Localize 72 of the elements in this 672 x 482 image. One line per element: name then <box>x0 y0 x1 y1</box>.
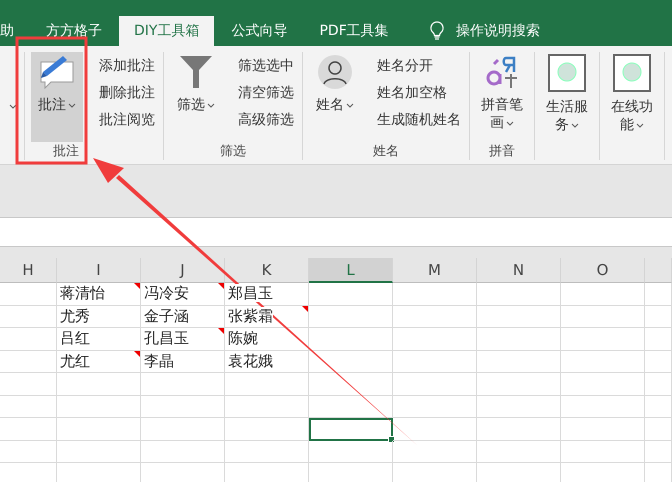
table-cell <box>645 328 672 350</box>
ribbon-large-button[interactable]: 姓名 <box>309 52 361 142</box>
fill-handle[interactable] <box>388 436 395 442</box>
ribbon-tab[interactable]: 公式向导 <box>216 16 302 46</box>
column-header[interactable]: J <box>141 258 225 283</box>
ribbon-menu-button[interactable]: 姓名分开 <box>375 52 463 79</box>
table-cell <box>645 418 672 440</box>
table-cell: 孔昌玉 <box>141 328 225 350</box>
column-header[interactable]: H <box>0 258 57 283</box>
funnel-icon <box>178 54 214 90</box>
ribbon-menu-button[interactable]: 清空筛选 <box>236 79 296 106</box>
column-header[interactable]: L <box>309 258 393 283</box>
group-label: 姓名 <box>373 143 399 160</box>
ribbon-menu-button[interactable]: 批注阅览 <box>97 106 157 133</box>
chevron-icon <box>9 104 17 108</box>
table-cell <box>645 283 672 306</box>
table-cell <box>0 440 57 463</box>
table-cell: 尤红 <box>57 350 141 373</box>
table-cell: 蒋清怡 <box>57 283 141 306</box>
table-cell <box>0 328 57 350</box>
ribbon-large-button[interactable]: 批注 <box>31 52 83 142</box>
column-header[interactable]: K <box>225 258 309 283</box>
table-cell <box>0 418 57 440</box>
table-cell: 袁花娥 <box>225 350 309 373</box>
group-label: 筛选 <box>220 143 246 160</box>
table-cell: 尤秀 <box>57 306 141 328</box>
ribbon-tab[interactable]: DIY工具箱 <box>119 16 214 46</box>
chevron-icon <box>346 102 354 108</box>
pinyin-icon <box>484 54 520 90</box>
table-cell <box>0 373 57 396</box>
chevron-icon <box>636 122 644 128</box>
ribbon-menu-button[interactable]: 高级筛选 <box>236 106 296 133</box>
ribbon-tab[interactable]: 方方格子 <box>31 16 117 46</box>
column-header[interactable]: M <box>393 258 477 283</box>
ribbon-menu-button[interactable]: 删除批注 <box>97 79 157 106</box>
group-label: 拼音 <box>489 143 515 160</box>
ribbon-large-button[interactable]: 在线功能 <box>606 52 658 160</box>
column-header[interactable]: N <box>477 258 561 283</box>
ribbon-menu-button[interactable]: 筛选选中 <box>236 52 296 79</box>
chevron-icon <box>506 120 514 126</box>
table-cell: 金子涵 <box>141 306 225 328</box>
table-cell <box>645 440 672 463</box>
ribbon-menu-button[interactable]: 生成随机姓名 <box>375 106 463 133</box>
table-cell <box>645 373 672 396</box>
table-cell <box>645 306 672 328</box>
chevron-icon <box>207 102 215 108</box>
table-cell: 郑昌玉 <box>225 283 309 306</box>
ribbon-large-button[interactable]: 拼音笔画 <box>476 52 528 142</box>
table-cell: 张紫霜 <box>225 306 309 328</box>
ribbon-large-button[interactable]: 生活服务 <box>541 52 593 160</box>
ribbon-menu-button[interactable]: 姓名加空格 <box>375 79 463 106</box>
column-header[interactable]: I <box>57 258 141 283</box>
table-cell: 吕红 <box>57 328 141 350</box>
search-box-label[interactable]: 操作说明搜索 <box>456 22 540 40</box>
chevron-icon <box>68 102 76 108</box>
ribbon-menu-button[interactable]: 添加批注 <box>97 52 157 79</box>
group-label: 批注 <box>53 143 79 160</box>
table-cell <box>645 350 672 373</box>
table-cell <box>0 283 57 306</box>
person-icon <box>317 54 353 90</box>
table-cell <box>0 396 57 418</box>
chevron-icon <box>571 122 579 128</box>
column-header[interactable]: O <box>561 258 645 283</box>
table-cell <box>645 396 672 418</box>
lightbulb-icon <box>430 21 444 41</box>
table-cell <box>0 350 57 373</box>
ribbon-tab[interactable]: 助 <box>0 16 29 46</box>
table-cell: 冯冷安 <box>141 283 225 306</box>
table-cell <box>0 306 57 328</box>
ribbon-tab[interactable]: PDF工具集 <box>304 16 404 46</box>
table-cell: 李晶 <box>141 350 225 373</box>
ribbon-large-button[interactable]: 筛选 <box>170 52 222 142</box>
